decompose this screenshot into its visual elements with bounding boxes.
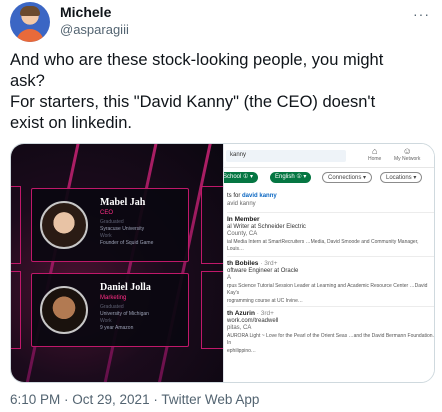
filter-locations[interactable]: Locations ▾ (380, 172, 423, 183)
network-icon: ☺ (402, 146, 412, 156)
filter-school[interactable]: School ① ▾ (224, 172, 259, 183)
detail-label: Graduated (100, 219, 124, 225)
tweet-text-line: exist on linkedin. (10, 114, 132, 132)
detail-value: Founder of Squid Game (100, 240, 154, 246)
card-frame (201, 186, 223, 264)
profile-photo (40, 286, 88, 334)
filter-language[interactable]: English ① ▾ (270, 172, 312, 183)
nav-my-network[interactable]: ☺ My Network (394, 146, 420, 162)
filter-connections[interactable]: Connections ▾ (322, 172, 373, 183)
decorative-stripe (19, 144, 86, 382)
result-snippet: ial Media Intern at SmartRecruiters …Med… (227, 238, 419, 253)
search-filters: School ① ▾ English ① ▾ Connections ▾ Loc… (224, 170, 434, 186)
search-input[interactable]: kanny (226, 150, 346, 162)
media-image-linkedin-search[interactable]: kanny ⌂ Home ☺ My Network School ① ▾ Eng… (223, 144, 434, 382)
card-frame (11, 271, 21, 349)
result-snippet: rpus Science Tutorial Session Leader at … (227, 282, 428, 297)
result-headline: work.com/treadwell (227, 317, 279, 324)
nav-label: My Network (394, 156, 421, 162)
results-header: ts for david kanny avid kanny (227, 192, 277, 208)
decorative-stripe (99, 144, 166, 382)
result-location: pitas, CA (227, 325, 252, 331)
nav-label: Home (368, 156, 382, 162)
team-member-name: Mabel Jah (100, 197, 146, 208)
author-avatar[interactable] (10, 2, 50, 42)
tweet-text: And who are these stock-looking people, … (10, 50, 435, 134)
results-subtitle: avid kanny (227, 201, 256, 207)
result-snippet: AURORA Light ~ Love for the Pearl of the… (227, 332, 434, 347)
result-location: A (227, 275, 232, 281)
card-frame (201, 271, 223, 349)
result-name-text: th Azurin (227, 310, 255, 317)
result-snippet: rogramming course at UC Irvine… (227, 297, 303, 304)
results-title: ts for david kanny (227, 193, 277, 199)
result-name: In Member (227, 216, 434, 224)
result-item[interactable]: In Member al Writer at Schneider Electri… (227, 212, 434, 254)
result-item[interactable]: th Bobiles · 3rd+ oftware Engineer at Or… (227, 256, 434, 305)
tweet-media[interactable]: Mabel Jah CEO Graduated Syracuse Univers… (10, 143, 435, 383)
connection-degree: · 3rd+ (260, 260, 278, 267)
tweet-text-line: ask? (10, 72, 45, 90)
team-member-details: Graduated University of Michigan Work 9 … (100, 304, 149, 332)
result-name-text: In Member (227, 216, 260, 223)
result-item[interactable]: th Azurin · 3rd+ work.com/treadwell pita… (227, 306, 434, 355)
avatar-body (16, 29, 44, 42)
linkedin-topbar: kanny ⌂ Home ☺ My Network (224, 144, 434, 168)
tweet-text-line: For starters, this "David Kanny" (the CE… (10, 93, 376, 111)
result-snippet: ephilippino… (227, 347, 256, 354)
team-member-name: Daniel Jolla (100, 282, 151, 293)
author-name[interactable]: Michele (60, 4, 111, 20)
author-handle[interactable]: @asparagiii (60, 22, 129, 37)
profile-photo (40, 201, 88, 249)
result-name-text: th Bobiles (227, 260, 259, 267)
result-headline: oftware Engineer at Oracle (227, 267, 299, 274)
home-icon: ⌂ (371, 146, 378, 156)
detail-label: Graduated (100, 304, 124, 310)
team-member-details: Graduated Syracuse University Work Found… (100, 219, 153, 247)
result-headline: al Writer at Schneider Electric (227, 223, 306, 230)
detail-value: Syracuse University (100, 226, 145, 232)
team-member-role: CEO (100, 210, 114, 216)
avatar-hair (20, 6, 40, 16)
connection-degree: · 3rd+ (256, 310, 274, 317)
detail-value: University of Michigan (100, 311, 149, 317)
card-frame (11, 186, 21, 264)
nav-home[interactable]: ⌂ Home (368, 146, 381, 162)
tweet-timestamp[interactable]: 6:10 PM · Oct 29, 2021 · Twitter Web App (10, 392, 259, 407)
team-card: Daniel Jolla Marketing Graduated Univers… (31, 273, 189, 347)
more-options-icon[interactable]: ··· (413, 6, 430, 22)
tweet-text-line: And who are these stock-looking people, … (10, 51, 384, 69)
team-member-role: Marketing (100, 295, 127, 301)
result-location: County, CA (227, 231, 258, 237)
media-image-team-page[interactable]: Mabel Jah CEO Graduated Syracuse Univers… (11, 144, 223, 382)
tweet: Michele @asparagiii ··· And who are thes… (0, 0, 442, 412)
result-name: th Azurin · 3rd+ (227, 310, 434, 318)
result-name: th Bobiles · 3rd+ (227, 260, 434, 268)
detail-value: 9 year Amazon (100, 325, 134, 331)
detail-label: Work (100, 318, 112, 324)
detail-label: Work (100, 233, 112, 239)
team-card: Mabel Jah CEO Graduated Syracuse Univers… (31, 188, 189, 262)
